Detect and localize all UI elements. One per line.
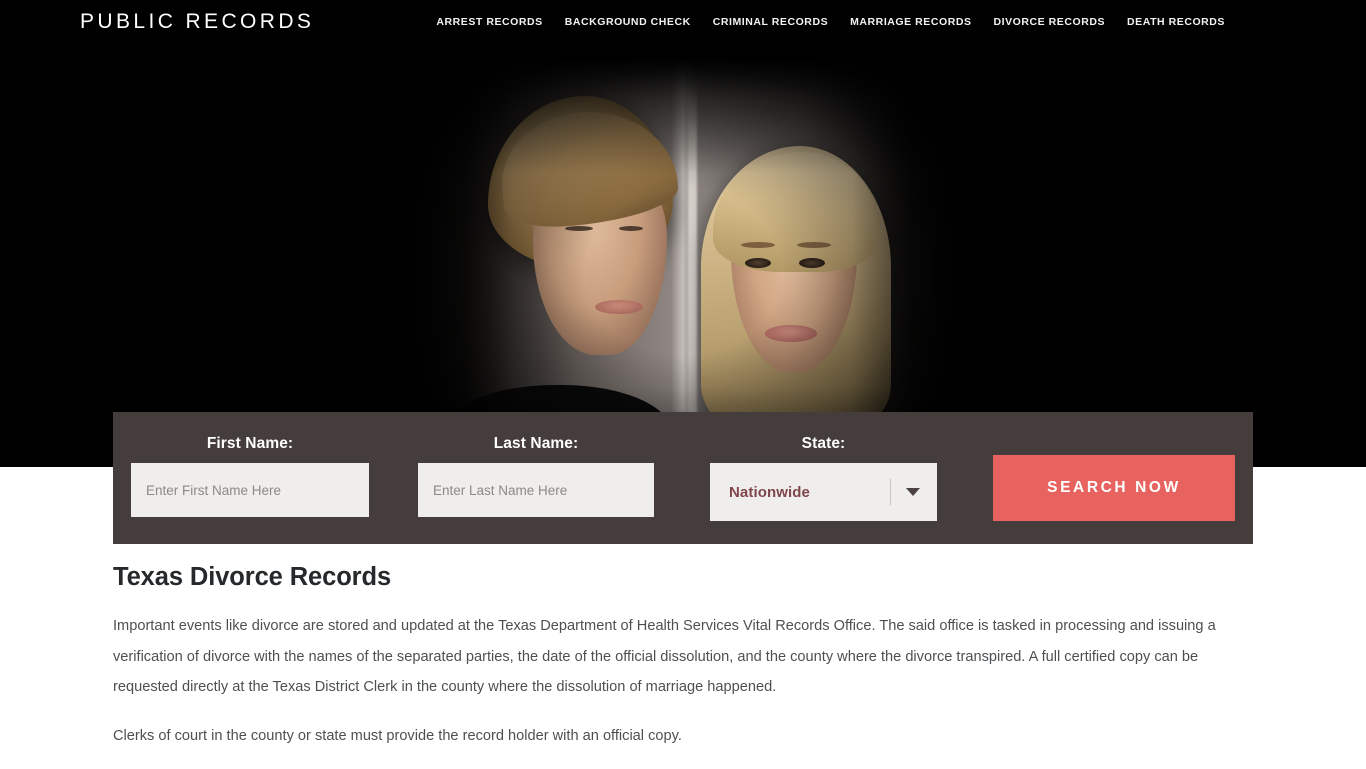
first-name-group: First Name: bbox=[131, 434, 369, 517]
site-logo[interactable]: PUBLIC RECORDS bbox=[80, 10, 314, 34]
nav-criminal-records[interactable]: CRIMINAL RECORDS bbox=[702, 15, 839, 29]
first-name-label: First Name: bbox=[206, 435, 294, 452]
state-select-divider bbox=[890, 479, 891, 505]
hero-photo-vignette bbox=[383, 60, 983, 467]
main-content: Texas Divorce Records Important events l… bbox=[113, 560, 1253, 769]
record-search-form: First Name: Last Name: State: Nationwide… bbox=[113, 412, 1253, 544]
chevron-down-icon bbox=[906, 488, 920, 496]
nav-background-check[interactable]: BACKGROUND CHECK bbox=[554, 15, 702, 29]
state-group: State: Nationwide bbox=[710, 434, 937, 521]
secondary-paragraph: Clerks of court in the county or state m… bbox=[113, 727, 682, 744]
search-now-button[interactable]: SEARCH NOW bbox=[993, 455, 1235, 521]
nav-arrest-records[interactable]: ARREST RECORDS bbox=[425, 15, 553, 29]
state-label: State: bbox=[801, 435, 846, 452]
intro-paragraph: Important events like divorce are stored… bbox=[113, 618, 1216, 695]
site-header: PUBLIC RECORDS ARREST RECORDS BACKGROUND… bbox=[0, 0, 1366, 44]
last-name-input[interactable] bbox=[418, 463, 654, 517]
main-navigation: ARREST RECORDS BACKGROUND CHECK CRIMINAL… bbox=[425, 15, 1236, 29]
nav-divorce-records[interactable]: DIVORCE RECORDS bbox=[983, 15, 1117, 29]
first-name-input[interactable] bbox=[131, 463, 369, 517]
hero-photo bbox=[383, 60, 983, 467]
state-select[interactable]: Nationwide bbox=[710, 463, 937, 521]
state-select-value: Nationwide bbox=[729, 483, 811, 501]
hero-banner bbox=[0, 0, 1366, 467]
nav-marriage-records[interactable]: MARRIAGE RECORDS bbox=[839, 15, 982, 29]
last-name-group: Last Name: bbox=[418, 434, 654, 517]
nav-death-records[interactable]: DEATH RECORDS bbox=[1116, 15, 1236, 29]
last-name-label: Last Name: bbox=[493, 435, 579, 452]
page-title: Texas Divorce Records bbox=[113, 563, 392, 591]
